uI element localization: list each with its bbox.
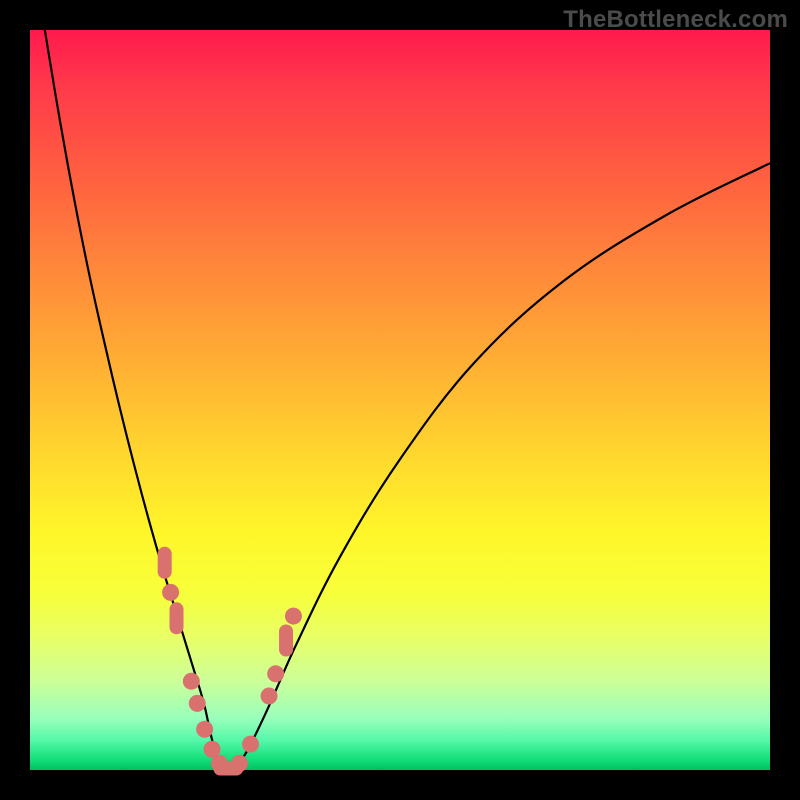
data-markers bbox=[158, 547, 302, 776]
data-marker bbox=[261, 688, 278, 705]
data-marker bbox=[162, 584, 179, 601]
data-marker bbox=[189, 695, 206, 712]
data-marker bbox=[267, 665, 284, 682]
data-marker bbox=[158, 547, 172, 579]
data-marker bbox=[231, 755, 248, 772]
data-marker bbox=[279, 625, 293, 657]
chart-svg bbox=[30, 30, 770, 770]
bottleneck-curve bbox=[45, 30, 770, 770]
data-marker bbox=[285, 608, 302, 625]
data-marker bbox=[170, 602, 184, 634]
chart-frame bbox=[30, 30, 770, 770]
data-marker bbox=[183, 673, 200, 690]
data-marker bbox=[242, 736, 259, 753]
watermark-text: TheBottleneck.com bbox=[563, 6, 788, 34]
data-marker bbox=[196, 721, 213, 738]
